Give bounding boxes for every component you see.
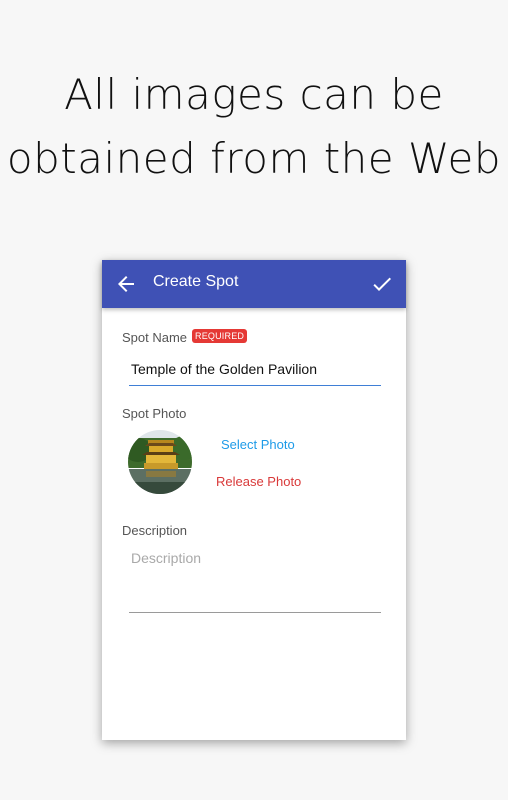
arrow-left-icon xyxy=(118,276,134,292)
back-button[interactable] xyxy=(114,272,138,296)
golden-pavilion-image xyxy=(128,430,192,494)
spot-name-input[interactable] xyxy=(129,357,381,386)
spot-photo-thumbnail[interactable] xyxy=(128,430,192,494)
promo-headline-line-2: obtained from the Web xyxy=(6,134,502,183)
required-badge: REQUIRED xyxy=(192,329,248,343)
description-label: Description xyxy=(122,523,188,538)
check-icon xyxy=(373,277,391,291)
release-photo-button[interactable]: Release Photo xyxy=(216,474,301,489)
confirm-button[interactable] xyxy=(370,272,394,296)
spot-name-label: Spot Name xyxy=(122,330,188,345)
toolbar-title: Create Spot xyxy=(153,273,239,290)
spot-photo-label: Spot Photo xyxy=(122,406,187,421)
app-screen: Create Spot Spot Name REQUIRED Spot Phot… xyxy=(102,260,406,740)
app-toolbar: Create Spot xyxy=(102,260,406,308)
description-input[interactable] xyxy=(129,548,381,613)
select-photo-button[interactable]: Select Photo xyxy=(221,437,295,452)
promo-headline-line-1: All images can be xyxy=(64,70,444,119)
